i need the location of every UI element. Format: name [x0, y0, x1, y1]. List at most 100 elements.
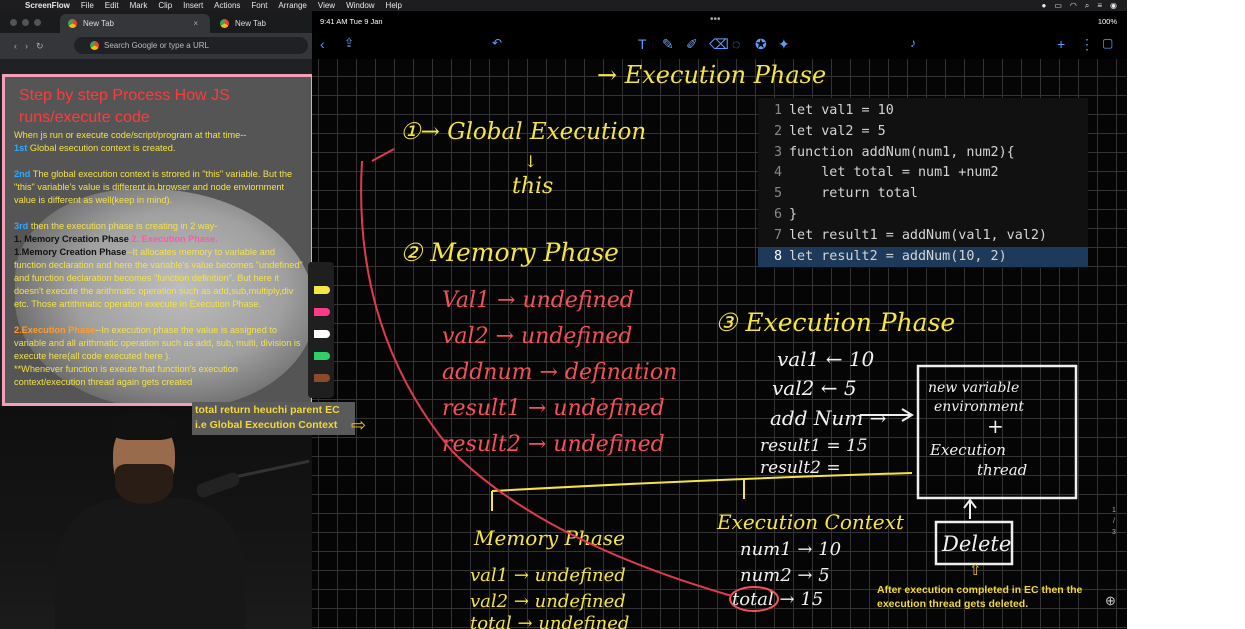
mac-menubar: ScreenFlow File Edit Mark Clip Insert Ac…: [0, 0, 1127, 11]
new-env-line: Execution: [929, 441, 1006, 459]
notes-title: Step by step Process How JS runs/execute…: [19, 87, 230, 126]
code-line: 7 let result1 = addNum(val1, val2): [758, 226, 1088, 247]
pink-pen-icon[interactable]: [314, 308, 330, 316]
mem-row: Val1 → undefined: [442, 288, 634, 313]
minimize-window-icon[interactable]: [22, 19, 29, 26]
menu-insert[interactable]: Insert: [183, 1, 203, 10]
code-panel: 1 let val1 = 10 2 let val2 = 5 3 function a…: [758, 98, 1088, 268]
siri-icon[interactable]: ◉: [1110, 1, 1117, 10]
menu-window[interactable]: Window: [346, 1, 374, 10]
omnibox-placeholder: Search Google or type a URL: [104, 41, 209, 50]
step1-number: 1st: [14, 143, 28, 153]
tab-label: New Tab: [83, 19, 114, 28]
mem2-row: val1 → undefined: [470, 565, 626, 586]
page-current: 1: [1112, 507, 1116, 514]
mem-row: result1 → undefined: [442, 396, 665, 421]
tab-new-tab-1[interactable]: New Tab ×: [60, 14, 210, 33]
menu-font[interactable]: Font: [251, 1, 267, 10]
exec-row: add Num →: [770, 406, 887, 430]
notes-panel: Step by step Process How JS runs/execute…: [2, 74, 314, 406]
memory-phase-rows: Val1 → undefined val2 → undefined addnum…: [442, 288, 677, 457]
ec-row: num2 → 5: [740, 565, 830, 586]
code-text: let result1 = addNum(val1, val2): [789, 227, 1047, 243]
battery-icon[interactable]: ▭: [1054, 1, 1062, 10]
presenter-body: [55, 498, 245, 629]
nav-buttons[interactable]: ‹›↻: [14, 41, 52, 52]
background-margin: [1127, 0, 1245, 629]
code-line-selected: 8 let result2 = addNum(10, 2): [758, 246, 1088, 268]
brown-pen-icon[interactable]: [314, 374, 330, 382]
search-icon[interactable]: ⌕: [1085, 1, 1089, 11]
zoom-window-icon[interactable]: [34, 19, 41, 26]
board-step2: ② Memory Phase: [400, 238, 619, 267]
code-line: 2 let val2 = 5: [758, 122, 1088, 143]
page-sep: /: [1113, 518, 1115, 525]
menu-view[interactable]: View: [318, 1, 335, 10]
white-pen-icon[interactable]: [314, 330, 330, 338]
code-line: 4 let total = num1 +num2: [758, 163, 1088, 184]
menu-mark[interactable]: Mark: [130, 1, 148, 10]
code-text: let total = num1 +num2: [789, 165, 999, 181]
new-env-line: environment: [934, 399, 1024, 415]
exec-row: val1 ← 10: [777, 347, 875, 371]
mem-row: val2 → undefined: [442, 324, 632, 349]
menu-clip[interactable]: Clip: [158, 1, 172, 10]
control-center-icon[interactable]: ≡: [1097, 1, 1102, 10]
screenflow-status-icon[interactable]: ●: [1041, 1, 1046, 10]
intro-text: When js run or execute code/script/progr…: [14, 130, 247, 140]
delete-label: Delete: [941, 532, 1011, 556]
tab-strip: New Tab × New Tab: [0, 11, 312, 33]
code-text: }: [789, 206, 798, 222]
exec-note: **Whenever function is exeute that funct…: [14, 364, 238, 387]
code-line: 5 return total: [758, 184, 1088, 205]
code-text: function addNum(num1, num2){: [789, 144, 1015, 160]
close-window-icon[interactable]: [10, 19, 17, 26]
code-line: 1 let val1 = 10: [758, 101, 1088, 122]
notes-step3: 3rd then the execution phase is creating…: [14, 220, 304, 311]
line-number: 1: [773, 103, 782, 118]
chrome-icon: [68, 19, 77, 28]
menu-actions[interactable]: Actions: [214, 1, 240, 10]
menu-edit[interactable]: Edit: [105, 1, 119, 10]
page-indicator[interactable]: 1 / 3: [1106, 505, 1122, 538]
mem2-row: total → undefined: [470, 613, 629, 629]
new-env-line: +: [987, 414, 1004, 438]
line-number: 3: [773, 144, 782, 160]
board-this: this: [512, 174, 553, 199]
exec-label: 2.Execution Phase: [14, 325, 96, 335]
notes-step2: 2nd The global execution context is stro…: [14, 168, 304, 207]
zoom-search-icon[interactable]: ⊕: [1105, 593, 1116, 609]
tab-new-tab-2[interactable]: New Tab: [212, 14, 312, 33]
step1-text: Global esecution context is created.: [27, 143, 176, 153]
close-tab-icon[interactable]: ×: [193, 19, 198, 28]
step2-number: 2nd: [14, 169, 31, 179]
wifi-icon[interactable]: ◠: [1070, 1, 1077, 10]
code-text: return total: [789, 186, 918, 202]
green-pen-icon[interactable]: [314, 352, 330, 360]
mem-row: addnum → defination: [442, 360, 677, 385]
new-env-line: new variable: [928, 380, 1019, 396]
return-note: total return heuchi parent EC i.e Global…: [192, 402, 355, 435]
menu-arrange[interactable]: Arrange: [278, 1, 306, 10]
chrome-icon: [220, 19, 229, 28]
omnibox[interactable]: Search Google or type a URL: [74, 37, 308, 54]
menu-screenflow[interactable]: ScreenFlow: [25, 1, 70, 10]
notes-exec: 2.Execution Phase--In execution phase th…: [14, 324, 304, 389]
code-text: let val1 = 10: [789, 103, 894, 118]
right-arrow-icon: ⇨: [351, 415, 367, 435]
webcam-overlay: [0, 406, 312, 629]
board-step3: ③ Execution Phase: [715, 308, 955, 337]
window-controls: [10, 19, 41, 26]
execution-phase-rows: val1 ← 10 val2 ← 5 add Num → result1 = 1…: [760, 347, 887, 478]
step2-text: The global execution context is strored …: [14, 169, 293, 205]
line-number: 2: [773, 123, 782, 139]
yellow-pen-icon[interactable]: [314, 286, 330, 294]
menu-file[interactable]: File: [81, 1, 94, 10]
mem-label: 1.Memory Creation Phase: [14, 247, 127, 257]
new-env-line: thread: [977, 461, 1027, 479]
yellow-line: [491, 472, 913, 492]
menu-help[interactable]: Help: [386, 1, 402, 10]
page-total: 3: [1112, 529, 1116, 536]
after-note: After execution completed in EC then the…: [877, 584, 1083, 610]
red-arrow: [371, 148, 395, 162]
